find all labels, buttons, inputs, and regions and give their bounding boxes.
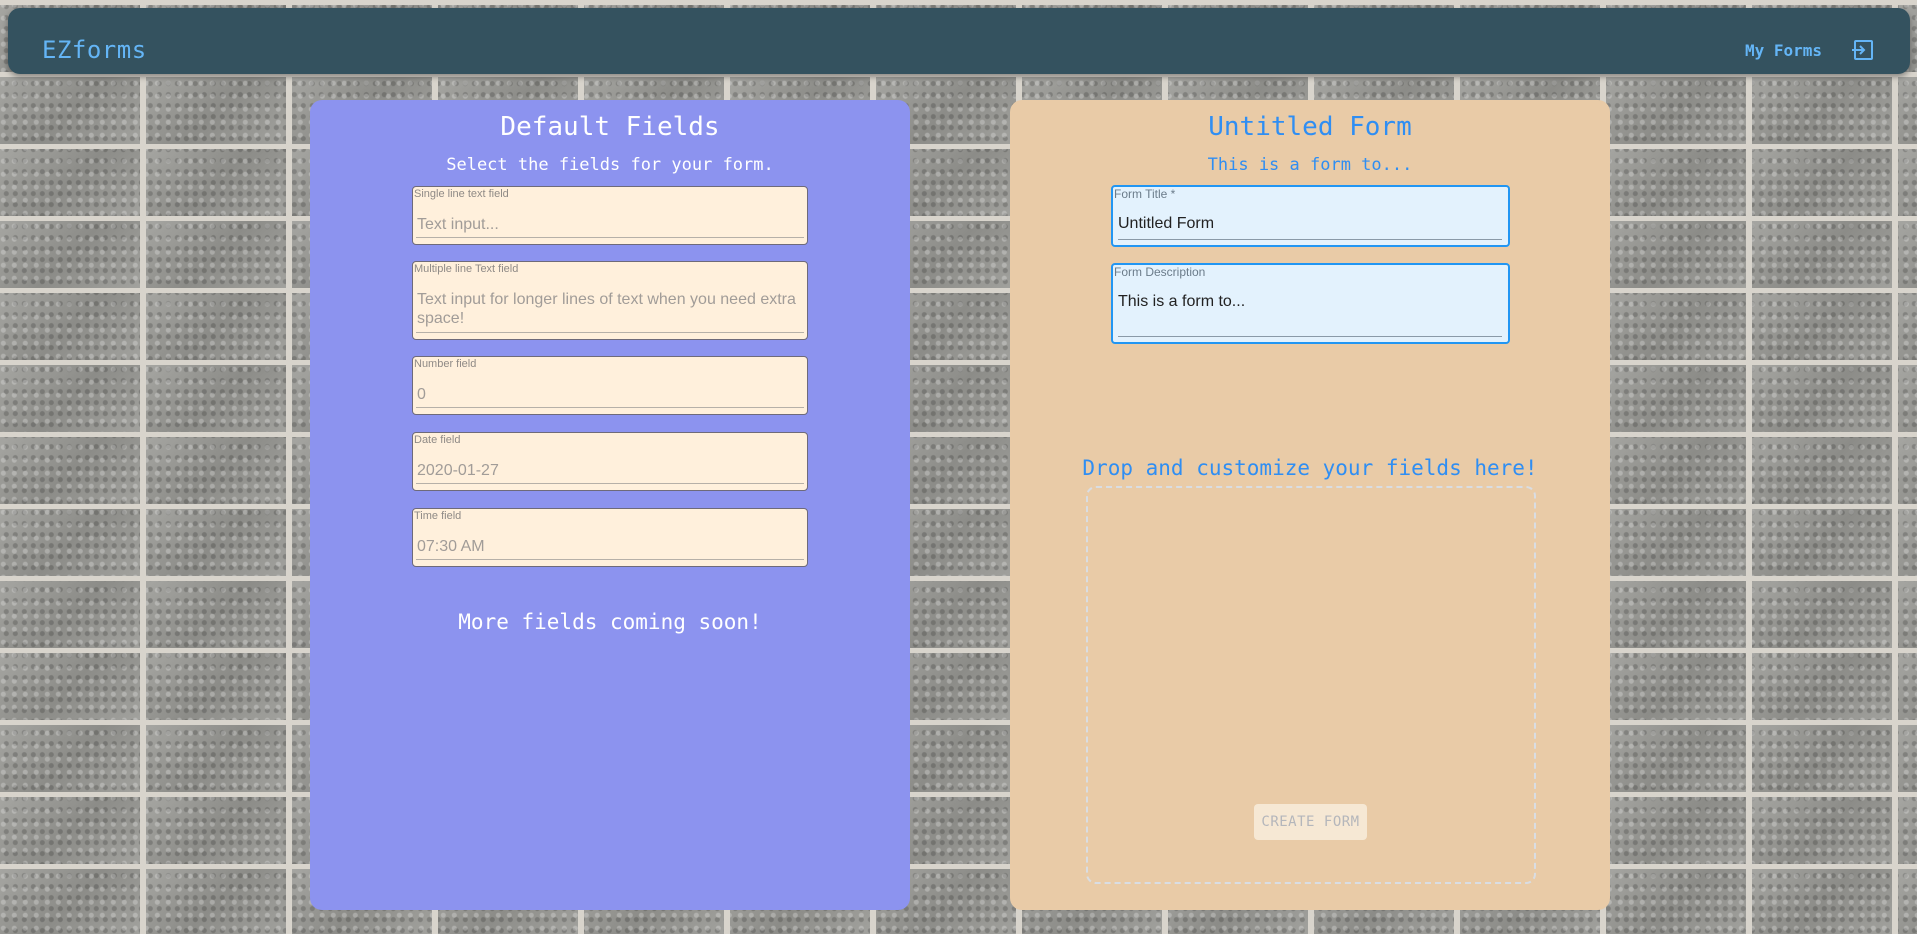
default-fields-panel: Default Fields Select the fields for you… <box>310 100 910 910</box>
form-description-heading: This is a form to... <box>1207 155 1413 175</box>
field-placeholder: Text input... <box>417 216 499 233</box>
field-placeholder: 07:30 AM <box>417 538 485 555</box>
create-form-button[interactable]: CREATE FORM <box>1254 804 1367 840</box>
default-fields-title: Default Fields <box>500 112 720 142</box>
number-field[interactable]: Number field 0 <box>412 356 808 415</box>
form-description-input[interactable]: This is a form to... <box>1118 292 1502 312</box>
single-line-text-field[interactable]: Single line text field Text input... <box>412 186 808 245</box>
more-fields-note: More fields coming soon! <box>458 610 762 634</box>
brand-logo[interactable]: EZforms <box>42 32 147 68</box>
field-placeholder: 0 <box>417 386 426 403</box>
field-underline <box>416 559 804 560</box>
field-placeholder: 2020-01-27 <box>417 462 499 479</box>
field-underline <box>1118 336 1502 337</box>
form-title-field[interactable]: Form Title * Untitled Form <box>1111 185 1510 247</box>
form-title-label: Form Title * <box>1114 187 1176 201</box>
field-underline <box>416 483 804 484</box>
my-forms-link[interactable]: My Forms <box>1745 41 1822 61</box>
field-placeholder: Text input for longer lines of text when… <box>417 291 796 327</box>
form-builder-panel: Untitled Form This is a form to... Form … <box>1010 100 1610 910</box>
date-field[interactable]: Date field 2020-01-27 <box>412 432 808 491</box>
time-field[interactable]: Time field 07:30 AM <box>412 508 808 567</box>
form-title-input[interactable]: Untitled Form <box>1118 214 1502 234</box>
field-underline <box>416 237 804 238</box>
drop-zone-title: Drop and customize your fields here! <box>1082 456 1538 480</box>
form-description-label: Form Description <box>1114 265 1206 279</box>
field-label: Date field <box>414 434 461 446</box>
default-fields-subtitle: Select the fields for your form. <box>446 155 774 175</box>
multi-line-text-field[interactable]: Multiple line Text field Text input for … <box>412 261 808 340</box>
field-underline <box>1118 239 1502 240</box>
field-label: Multiple line Text field <box>414 263 519 275</box>
field-underline <box>416 407 804 408</box>
logout-icon[interactable] <box>1852 39 1874 61</box>
app-header: EZforms My Forms <box>8 8 1910 74</box>
form-description-field[interactable]: Form Description This is a form to... <box>1111 263 1510 344</box>
field-label: Number field <box>414 358 477 370</box>
field-label: Time field <box>414 510 462 522</box>
field-underline <box>416 332 804 333</box>
field-label: Single line text field <box>414 188 509 200</box>
form-title-heading: Untitled Form <box>1208 112 1412 142</box>
